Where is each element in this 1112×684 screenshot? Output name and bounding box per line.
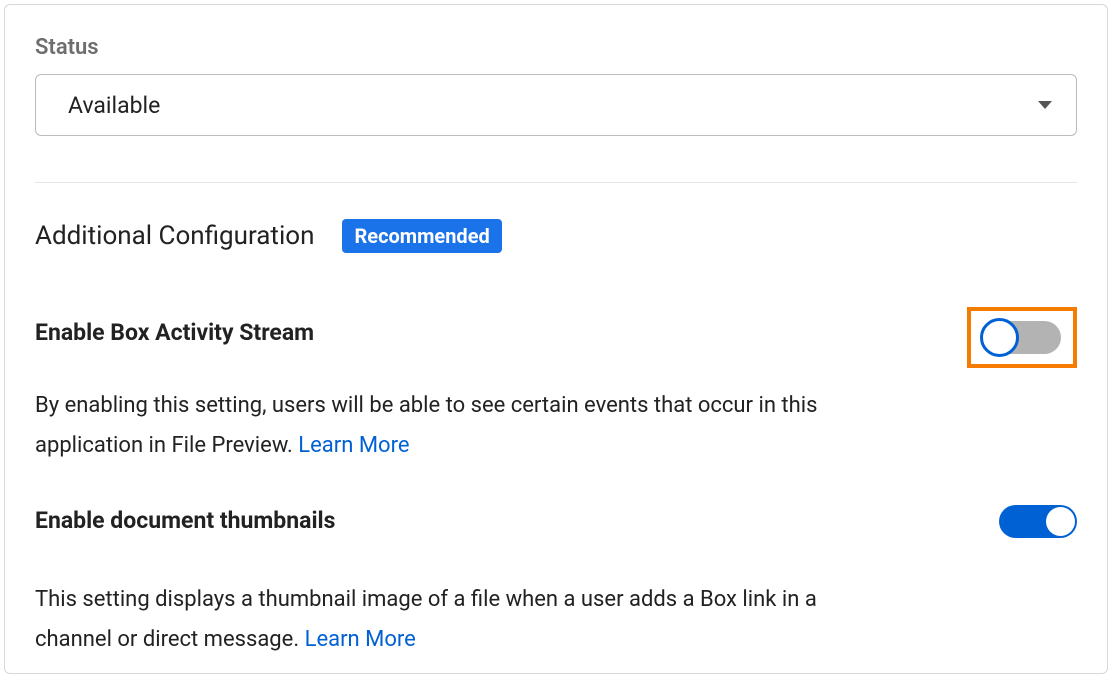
status-label: Status <box>35 35 1077 60</box>
thumbnails-toggle-wrapper <box>999 505 1077 538</box>
desc-text: By enabling this setting, users will be … <box>35 393 817 458</box>
setting-thumbnails-title: Enable document thumbnails <box>35 507 335 534</box>
status-dropdown-value: Available <box>68 92 160 119</box>
toggle-knob <box>980 318 1019 357</box>
status-dropdown[interactable]: Available <box>35 74 1077 136</box>
settings-panel: Status Available Additional Configuratio… <box>4 4 1108 674</box>
learn-more-link[interactable]: Learn More <box>298 433 409 458</box>
setting-thumbnails-row: Enable document thumbnails <box>35 507 1077 538</box>
setting-activity-stream-title: Enable Box Activity Stream <box>35 319 314 346</box>
thumbnails-toggle[interactable] <box>999 505 1077 538</box>
learn-more-link[interactable]: Learn More <box>305 627 416 652</box>
highlight-box <box>967 307 1077 368</box>
toggle-knob <box>1046 507 1075 536</box>
section-title: Additional Configuration <box>35 221 314 251</box>
setting-thumbnails-desc: This setting displays a thumbnail image … <box>35 580 855 659</box>
section-header: Additional Configuration Recommended <box>35 219 1077 253</box>
desc-text: This setting displays a thumbnail image … <box>35 587 817 652</box>
activity-stream-toggle[interactable] <box>983 321 1061 354</box>
setting-activity-stream-row: Enable Box Activity Stream <box>35 319 1077 368</box>
divider <box>35 182 1077 183</box>
setting-activity-stream-desc: By enabling this setting, users will be … <box>35 386 855 465</box>
caret-down-icon <box>1038 101 1052 109</box>
recommended-badge: Recommended <box>342 219 501 253</box>
